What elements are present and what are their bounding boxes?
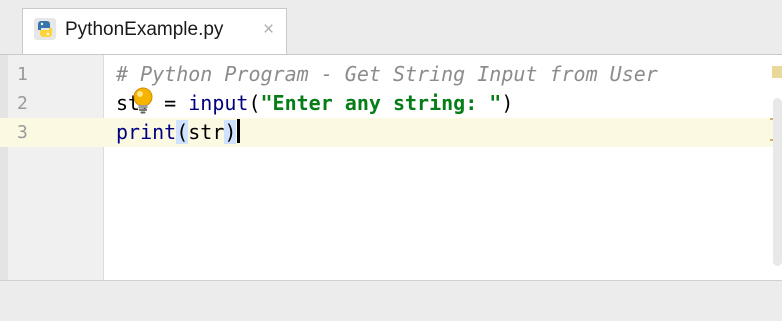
editor-tab-bar: PythonExample.py × (0, 0, 782, 55)
function-token: input (188, 91, 249, 115)
line-number: 1 (17, 64, 28, 85)
tab-python-example[interactable]: PythonExample.py × (22, 8, 287, 54)
code-text: str = input("Enter any string: ") (116, 89, 513, 118)
code-line-2[interactable]: 2 str = input("Enter any string: ") (0, 89, 782, 118)
tab-title: PythonExample.py (65, 19, 224, 40)
string-literal: "Enter any string: " (260, 91, 502, 115)
function-token: print (116, 120, 177, 144)
line-number: 3 (17, 122, 28, 143)
code-text: print(str) (116, 118, 241, 147)
code-line-3[interactable]: 3 print(str) (0, 118, 782, 147)
warning-stripe-marker[interactable] (772, 66, 782, 78)
vertical-scrollbar[interactable] (773, 98, 782, 266)
text-caret (237, 119, 241, 143)
lightbulb-icon[interactable] (130, 86, 156, 116)
python-file-icon (34, 18, 56, 40)
close-paren-token: ) (224, 120, 237, 144)
comment-text: # Python Program - Get String Input from… (116, 62, 658, 86)
status-bar (0, 280, 782, 321)
open-paren-token: ( (176, 120, 189, 144)
line-number: 2 (17, 93, 28, 114)
close-paren-token: ) (501, 91, 514, 115)
open-paren-token: ( (248, 91, 261, 115)
close-icon[interactable]: × (263, 19, 274, 41)
code-line-1[interactable]: 1 # Python Program - Get String Input fr… (0, 60, 782, 89)
operator-token: = (152, 91, 189, 115)
argument-token: str (188, 120, 225, 144)
